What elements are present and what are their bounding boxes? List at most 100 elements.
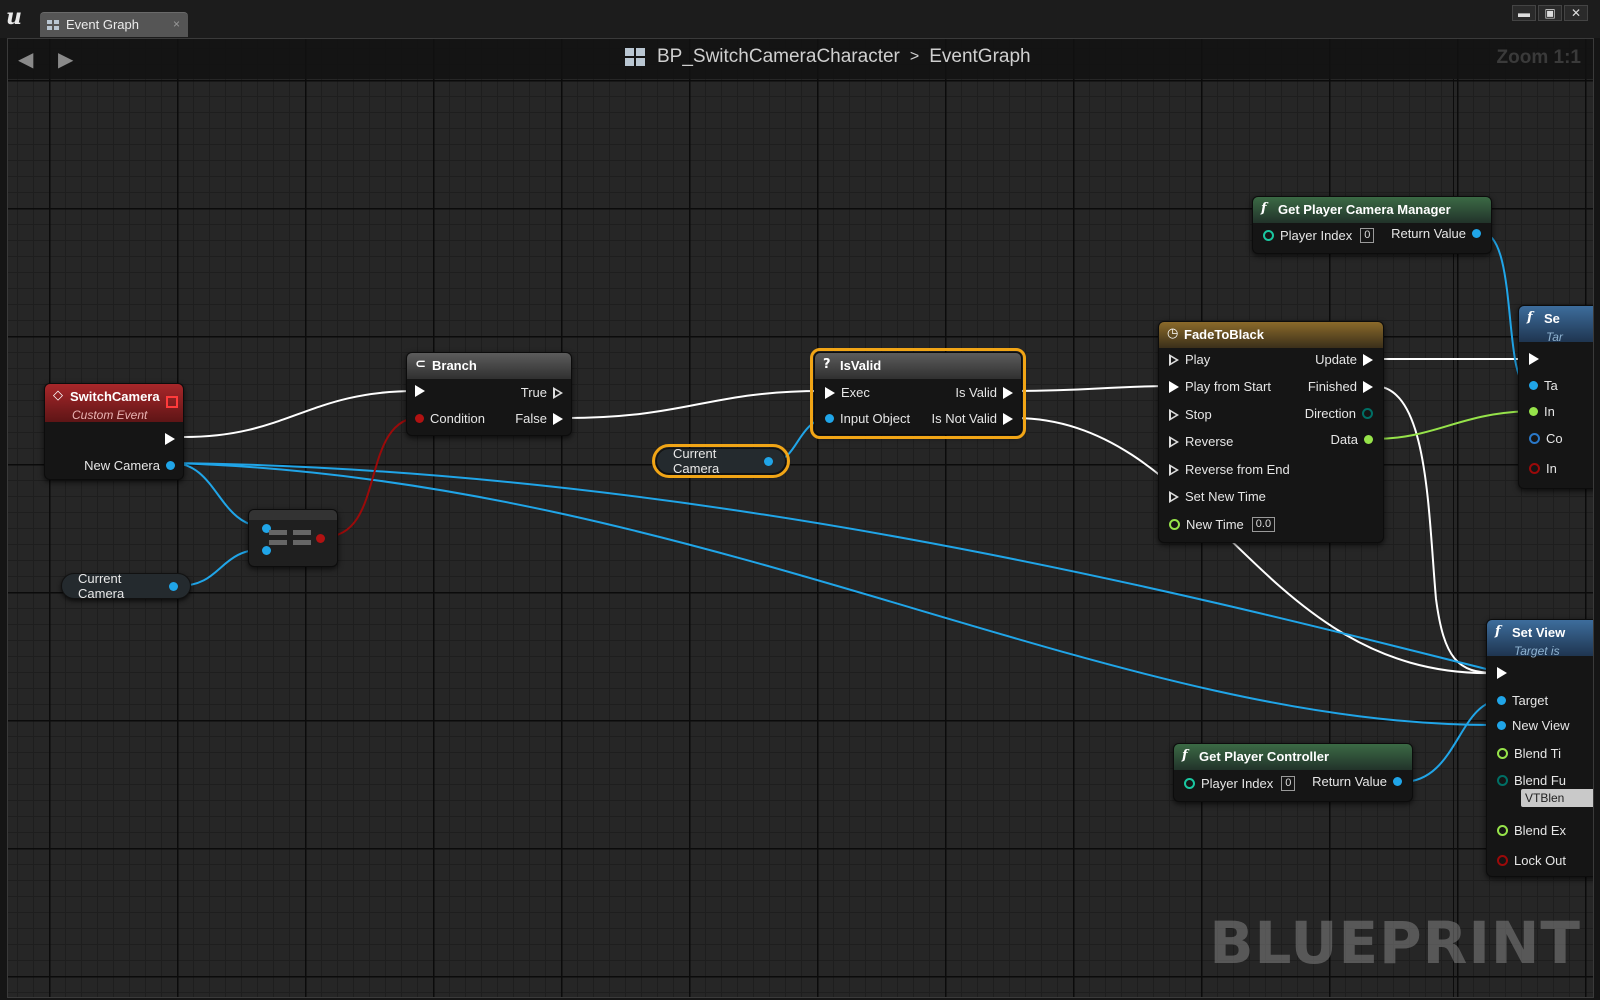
- current-camera-variable-node[interactable]: Current Camera: [61, 571, 191, 601]
- branch-icon: ⊂: [415, 357, 426, 372]
- pin-label: Lock Out: [1514, 853, 1567, 868]
- set-in-float-pin[interactable]: In: [1529, 404, 1555, 419]
- object-pin-icon: [825, 414, 834, 423]
- breadcrumb: BP_SwitchCameraCharacter > EventGraph: [625, 46, 1031, 68]
- byte-pin-icon: [1362, 408, 1373, 419]
- float-pin-icon: [1497, 825, 1508, 836]
- set-color-pin[interactable]: Co: [1529, 431, 1563, 446]
- fade-to-black-timeline-node[interactable]: ◷ FadeToBlack Play Play from Start Stop …: [1158, 321, 1384, 543]
- close-tab-icon[interactable]: ×: [173, 17, 180, 31]
- set-view-target-node[interactable]: f Set View Target is Target New View Ble…: [1486, 619, 1593, 877]
- breadcrumb-graph[interactable]: EventGraph: [929, 46, 1030, 68]
- controller-return-pin[interactable]: Return Value: [1312, 774, 1402, 789]
- fade-data-pin[interactable]: Data: [1331, 432, 1373, 447]
- player-index-input[interactable]: 0: [1360, 228, 1375, 243]
- fade-stop-pin[interactable]: Stop: [1169, 407, 1212, 422]
- fade-finished-pin[interactable]: Finished: [1308, 379, 1373, 394]
- branch-node[interactable]: ⊂ Branch Condition True False: [406, 352, 572, 436]
- equal-b-pin[interactable]: [262, 546, 271, 555]
- setview-blendfunc-pin[interactable]: Blend Fu: [1497, 773, 1566, 788]
- object-pin-icon[interactable]: [764, 456, 773, 466]
- set-in-bool-pin[interactable]: In: [1529, 461, 1557, 476]
- node-header: ◷ FadeToBlack: [1159, 322, 1383, 348]
- cameramgr-playerindex-pin[interactable]: Player Index 0: [1263, 228, 1375, 243]
- fade-setnewtime-pin[interactable]: Set New Time: [1169, 489, 1266, 504]
- object-pin-icon[interactable]: [169, 581, 178, 591]
- node-title: SwitchCamera: [70, 389, 160, 404]
- fade-reverseend-pin[interactable]: Reverse from End: [1169, 462, 1290, 477]
- pin-label: Play from Start: [1185, 379, 1271, 394]
- player-index-input[interactable]: 0: [1281, 776, 1296, 791]
- node-header: f Get Player Controller: [1174, 744, 1412, 770]
- bool-pin-icon: [415, 414, 424, 423]
- node-subtitle: Tar: [1546, 330, 1563, 344]
- object-pin-icon: [1393, 777, 1402, 786]
- close-window-button[interactable]: ✕: [1564, 5, 1588, 21]
- current-camera-selected-node[interactable]: Current Camera: [652, 444, 790, 478]
- branch-true-pin[interactable]: True: [521, 385, 563, 400]
- fade-direction-pin[interactable]: Direction: [1305, 406, 1373, 421]
- new-camera-pin[interactable]: New Camera: [84, 458, 175, 473]
- fade-newtime-pin[interactable]: New Time 0.0: [1169, 517, 1276, 532]
- node-header: ⊂ Branch: [407, 353, 571, 379]
- branch-exec-in-pin[interactable]: [415, 385, 425, 397]
- delegate-pin-icon[interactable]: [166, 396, 178, 408]
- wire-data-in: [1371, 410, 1536, 440]
- setview-blendexp-pin[interactable]: Blend Ex: [1497, 823, 1566, 838]
- maximize-button[interactable]: ▣: [1538, 5, 1562, 21]
- get-player-camera-manager-node[interactable]: f Get Player Camera Manager Player Index…: [1252, 196, 1492, 254]
- graph-canvas[interactable]: ◀ ▶ BP_SwitchCameraCharacter > EventGrap…: [7, 38, 1594, 998]
- blueprint-watermark: BLUEPRINT: [1209, 909, 1581, 977]
- isvalid-node[interactable]: ? IsValid Exec Input Object Is Valid Is …: [810, 348, 1026, 439]
- object-pin-icon: [1472, 229, 1481, 238]
- node-title: Branch: [432, 358, 477, 373]
- isvalid-notvalid-pin[interactable]: Is Not Valid: [931, 411, 1013, 426]
- equal-node[interactable]: [248, 509, 338, 567]
- setview-target-pin[interactable]: Target: [1497, 693, 1548, 708]
- setview-lock-pin[interactable]: Lock Out: [1497, 853, 1566, 868]
- exec-out-pin[interactable]: [165, 433, 175, 445]
- get-player-controller-node[interactable]: f Get Player Controller Player Index 0 R…: [1173, 743, 1413, 802]
- wire-exec-isvalid-fade: [1013, 385, 1167, 392]
- set-exec-pin[interactable]: [1529, 353, 1539, 365]
- clock-icon: ◷: [1167, 326, 1179, 341]
- object-pin-icon: [1529, 381, 1538, 390]
- blend-func-dropdown[interactable]: VTBlen: [1521, 789, 1593, 807]
- setview-newview-pin[interactable]: New View: [1497, 718, 1570, 733]
- branch-false-pin[interactable]: False: [515, 411, 563, 426]
- node-title: Se: [1544, 311, 1560, 326]
- isvalid-exec-pin[interactable]: Exec: [825, 385, 870, 400]
- controller-playerindex-pin[interactable]: Player Index 0: [1184, 776, 1296, 791]
- new-time-input[interactable]: 0.0: [1251, 517, 1276, 532]
- setview-blendtime-pin[interactable]: Blend Ti: [1497, 746, 1561, 761]
- struct-pin-icon: [1529, 433, 1540, 444]
- pin-label: Blend Fu: [1514, 773, 1567, 788]
- pin-label: Reverse: [1185, 434, 1234, 449]
- forward-arrow-icon[interactable]: ▶: [58, 47, 73, 72]
- node-title: Get Player Controller: [1199, 749, 1330, 764]
- set-target-pin[interactable]: Ta: [1529, 378, 1558, 393]
- question-icon: ?: [823, 357, 831, 372]
- float-pin-icon: [1529, 407, 1538, 416]
- node-header: f Se Tar: [1519, 306, 1593, 344]
- setview-exec-pin[interactable]: [1497, 667, 1507, 679]
- cameramgr-return-pin[interactable]: Return Value: [1391, 226, 1481, 241]
- graph-tab-icon: [47, 20, 59, 30]
- pin-label: Co: [1546, 431, 1563, 446]
- fade-play-pin[interactable]: Play: [1169, 352, 1210, 367]
- set-function-node-partial[interactable]: f Se Tar Ta In Co In: [1518, 305, 1593, 489]
- fade-playstart-pin[interactable]: Play from Start: [1169, 379, 1271, 394]
- breadcrumb-blueprint[interactable]: BP_SwitchCameraCharacter: [657, 46, 900, 68]
- back-arrow-icon[interactable]: ◀: [18, 47, 33, 72]
- fade-reverse-pin[interactable]: Reverse: [1169, 434, 1233, 449]
- pin-label: Blend Ti: [1514, 746, 1561, 761]
- minimize-button[interactable]: ▬: [1512, 5, 1536, 21]
- tab-event-graph[interactable]: Event Graph ×: [40, 12, 188, 37]
- switch-camera-event-node[interactable]: ◇ SwitchCamera Custom Event New Camera: [44, 383, 184, 480]
- branch-condition-pin[interactable]: Condition: [415, 411, 485, 426]
- isvalid-valid-pin[interactable]: Is Valid: [955, 385, 1013, 400]
- pin-label: Player Index: [1201, 776, 1274, 791]
- isvalid-input-pin[interactable]: Input Object: [825, 411, 910, 426]
- fade-update-pin[interactable]: Update: [1315, 352, 1373, 367]
- equal-result-pin[interactable]: [316, 534, 325, 543]
